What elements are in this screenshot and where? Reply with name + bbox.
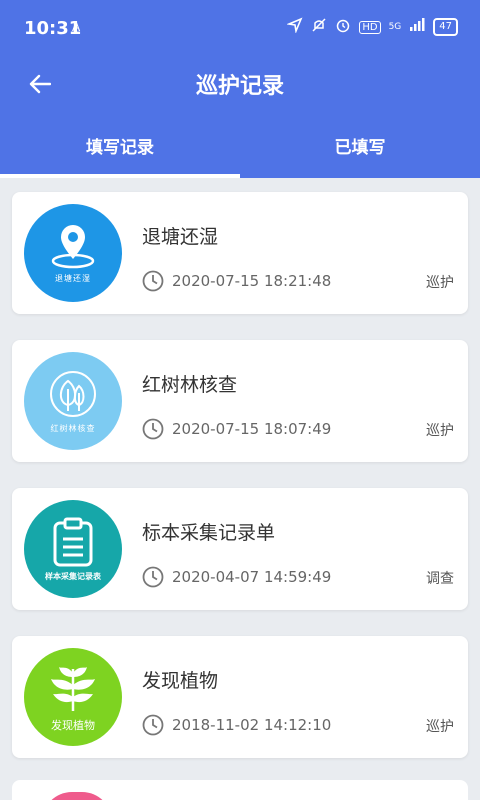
mute-icon bbox=[311, 17, 327, 37]
record-icon: 样本采集记录表 bbox=[24, 500, 122, 598]
record-icon bbox=[42, 792, 112, 800]
record-timestamp: 2018-11-02 14:12:10 bbox=[172, 716, 332, 734]
record-icon: 发现植物 bbox=[24, 648, 122, 746]
list-item[interactable]: 样本采集记录表 标本采集记录单 2020-04-07 14:59:49 调查 bbox=[12, 488, 468, 610]
alarm-icon bbox=[335, 17, 351, 37]
record-time: 2020-07-15 18:21:48 bbox=[142, 270, 331, 292]
list-item[interactable]: 退塘还湿 退塘还湿 2020-07-15 18:21:48 巡护 bbox=[12, 192, 468, 314]
navigation-bar: 巡护记录 bbox=[0, 56, 480, 112]
status-bar: 10:31 A HD 5G 47 bbox=[0, 0, 480, 56]
record-timestamp: 2020-07-15 18:07:49 bbox=[172, 420, 332, 438]
tree-icon bbox=[50, 370, 96, 417]
hd-icon: HD bbox=[359, 20, 381, 34]
record-tag: 巡护 bbox=[426, 423, 454, 439]
clock-icon bbox=[142, 270, 164, 292]
record-title: 退塘还湿 bbox=[142, 226, 219, 248]
record-title: 发现植物 bbox=[142, 670, 219, 692]
icon-caption: 样本采集记录表 bbox=[45, 571, 101, 581]
page-title: 巡护记录 bbox=[195, 74, 284, 99]
tab-filled[interactable]: 已填写 bbox=[240, 112, 480, 178]
location-pin-icon bbox=[51, 224, 95, 268]
clock-icon bbox=[142, 714, 164, 736]
status-icons: HD 5G 47 bbox=[286, 17, 458, 37]
record-tag: 巡护 bbox=[426, 719, 454, 735]
record-time: 2018-11-02 14:12:10 bbox=[142, 714, 331, 736]
record-icon: 退塘还湿 bbox=[24, 204, 122, 302]
leaf-icon bbox=[51, 667, 95, 711]
record-tag: 巡护 bbox=[426, 275, 454, 291]
network-label: 5G bbox=[388, 22, 402, 32]
clock-icon bbox=[142, 418, 164, 440]
record-tag: 调查 bbox=[426, 571, 454, 587]
battery-indicator: 47 bbox=[433, 18, 458, 36]
status-indicator: A bbox=[72, 20, 81, 34]
record-time: 2020-07-15 18:07:49 bbox=[142, 418, 331, 440]
list-item-partial[interactable] bbox=[12, 780, 468, 800]
tab-bar: 填写记录 已填写 bbox=[0, 112, 480, 178]
record-time: 2020-04-07 14:59:49 bbox=[142, 566, 331, 588]
list-item[interactable]: 红树林核查 红树林核查 2020-07-15 18:07:49 巡护 bbox=[12, 340, 468, 462]
record-title: 红树林核查 bbox=[142, 374, 238, 396]
record-icon: 红树林核查 bbox=[24, 352, 122, 450]
clipboard-icon bbox=[53, 517, 93, 566]
signal-icon bbox=[409, 18, 425, 36]
record-list: 退塘还湿 退塘还湿 2020-07-15 18:21:48 巡护 红树林核查 红… bbox=[12, 192, 468, 784]
location-icon bbox=[286, 17, 303, 37]
list-item[interactable]: 发现植物 发现植物 2018-11-02 14:12:10 巡护 bbox=[12, 636, 468, 758]
record-timestamp: 2020-04-07 14:59:49 bbox=[172, 568, 332, 586]
clock-icon bbox=[142, 566, 164, 588]
icon-caption: 发现植物 bbox=[51, 719, 95, 732]
tab-fill-record[interactable]: 填写记录 bbox=[0, 112, 240, 178]
record-timestamp: 2020-07-15 18:21:48 bbox=[172, 272, 332, 290]
header: 10:31 A HD 5G 47 巡护记录 填写记录 已填写 bbox=[0, 0, 480, 178]
icon-caption: 红树林核查 bbox=[50, 423, 96, 433]
icon-caption: 退塘还湿 bbox=[55, 273, 91, 283]
record-title: 标本采集记录单 bbox=[142, 522, 276, 544]
